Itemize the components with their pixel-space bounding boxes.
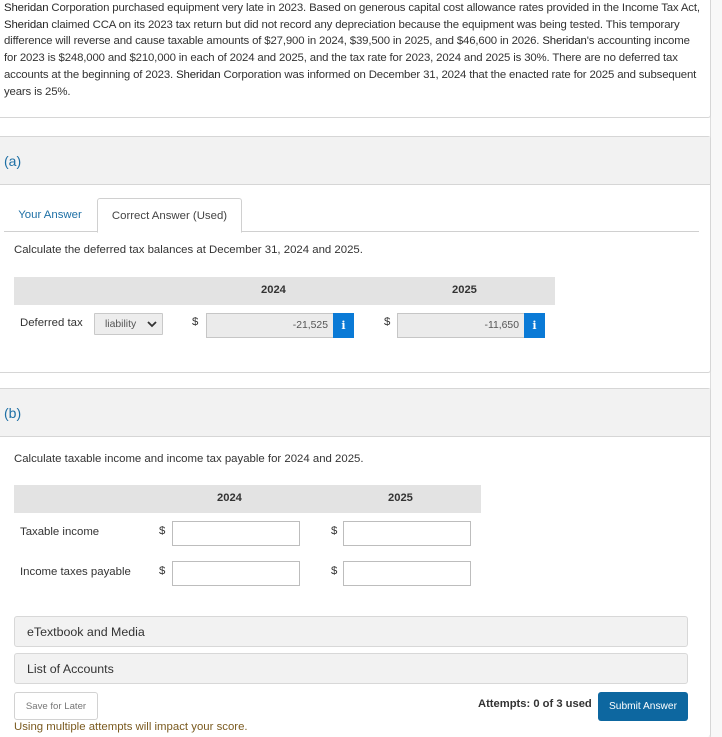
problem-statement: Sheridan Corporation purchased equipment… [0,0,711,118]
income-taxes-payable-2025-input[interactable] [343,561,471,586]
submit-answer-button[interactable]: Submit Answer [598,692,688,721]
answer-tabs: Your Answer Correct Answer (Used) [4,198,699,233]
column-header-2024: 2024 [217,492,242,504]
list-of-accounts-link[interactable]: List of Accounts [14,653,688,684]
company-name: Sheridan [4,18,49,31]
tab-correct-answer[interactable]: Correct Answer (Used) [97,198,242,233]
part-b-header: (b) [0,389,710,437]
income-taxes-payable-label: Income taxes payable [20,566,131,578]
deferred-tax-2024-value: -21,525 [206,313,334,338]
part-a-column-headers: 2024 2025 [14,277,555,305]
problem-text-segment: Corporation purchased equipment very lat… [48,2,700,14]
part-b-label: (b) [4,404,22,421]
currency-symbol: $ [331,525,338,537]
deferred-tax-2025-value: -11,650 [397,313,525,338]
currency-symbol: $ [159,565,166,577]
attempts-counter: Attempts: 0 of 3 used [478,698,592,710]
etextbook-label: eTextbook and Media [27,624,145,639]
company-name: Sheridan [542,35,587,48]
taxable-income-label: Taxable income [20,526,100,538]
part-b-instruction: Calculate taxable income and income tax … [14,453,364,465]
part-b-panel: (b) Calculate taxable income and income … [0,388,711,737]
part-a-header: (a) [0,137,710,185]
currency-symbol: $ [159,525,166,537]
select-value: liability [105,318,137,330]
part-b-column-headers: 2024 2025 [14,485,481,513]
column-header-2024: 2024 [261,284,286,296]
question-column: Sheridan Corporation purchased equipment… [0,0,711,737]
currency-symbol: $ [384,316,391,328]
currency-symbol: $ [331,565,338,577]
company-name: Sheridan [4,2,49,14]
column-header-2025: 2025 [452,284,477,296]
info-icon[interactable]: i [524,313,545,338]
part-a-label: (a) [4,152,22,169]
info-icon[interactable]: i [333,313,354,338]
income-taxes-payable-2024-input[interactable] [172,561,300,586]
save-for-later-button[interactable]: Save for Later [14,692,98,720]
company-name: Sheridan [176,68,221,81]
column-header-2025: 2025 [388,492,413,504]
chevron-down-icon [147,321,157,328]
page: Sheridan Corporation purchased equipment… [0,0,722,737]
etextbook-and-media-link[interactable]: eTextbook and Media [14,616,688,647]
part-a-panel: (a) Your Answer Correct Answer (Used) Ca… [0,136,711,373]
tab-your-answer[interactable]: Your Answer [4,198,96,232]
taxable-income-2024-input[interactable] [172,521,300,546]
attempts-warning: Using multiple attempts will impact your… [14,721,248,733]
deferred-tax-label: Deferred tax [20,317,83,329]
currency-symbol: $ [192,316,199,328]
deferred-tax-type-select[interactable]: liability [94,313,163,335]
list-of-accounts-label: List of Accounts [27,661,114,676]
taxable-income-2025-input[interactable] [343,521,471,546]
part-a-instruction: Calculate the deferred tax balances at D… [14,244,363,256]
